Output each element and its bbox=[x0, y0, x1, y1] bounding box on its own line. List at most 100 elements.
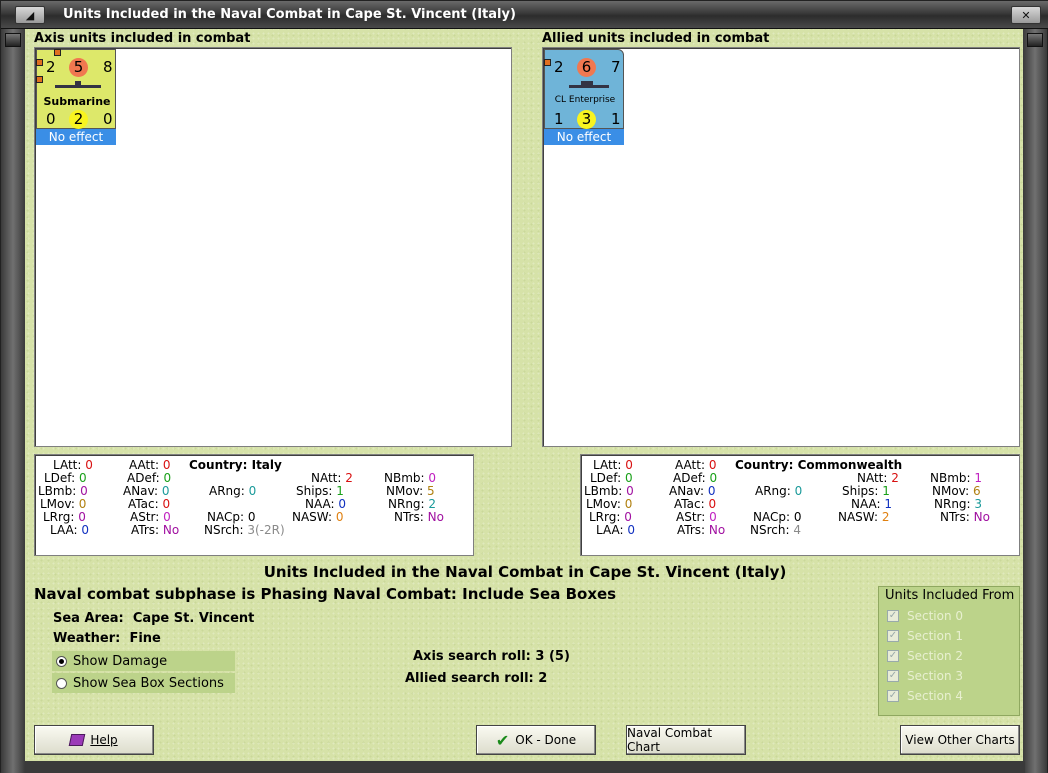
allied-units-panel[interactable]: 2 6 7 CL Enterprise 1 3 1 No effect bbox=[542, 47, 1020, 447]
counter-bot-mid: 2 bbox=[69, 110, 88, 129]
units-included-from-group: Units Included From ✓ Section 0 ✓ Section … bbox=[878, 586, 1020, 716]
stat-astr: AStr: 0 bbox=[130, 510, 171, 524]
stat-lbmb: LBmb: 0 bbox=[38, 484, 88, 498]
stat-lrrg: LRrg: 0 bbox=[589, 510, 632, 524]
marker-icon bbox=[36, 76, 43, 83]
stat-nasw: NASW: 0 bbox=[292, 510, 344, 524]
stat-atrs: ATrs: No bbox=[131, 523, 180, 537]
allied-stats-panel: LAtt: 0 LDef: 0 LBmb: 0 LMov: 0 LRrg: 0 … bbox=[580, 454, 1020, 556]
stat-lmov: LMov: 0 bbox=[40, 497, 87, 511]
naval-combat-chart-button[interactable]: Naval Combat Chart bbox=[626, 725, 746, 755]
stat-laa: LAA: 0 bbox=[50, 523, 90, 537]
close-icon[interactable]: ✕ bbox=[1011, 6, 1041, 24]
left-frame bbox=[1, 29, 25, 773]
minimize-icon[interactable]: ◢ bbox=[15, 6, 45, 24]
stat-laa: LAA: 0 bbox=[596, 523, 636, 537]
view-other-charts-button[interactable]: View Other Charts bbox=[900, 725, 1020, 755]
weather-info: Weather: Fine bbox=[53, 631, 161, 646]
allied-search-roll: Allied search roll: 2 bbox=[405, 671, 548, 686]
stat-natt: NAtt: 2 bbox=[311, 471, 353, 485]
effect-label: No effect bbox=[36, 129, 116, 145]
stat-atac: ATac: 0 bbox=[674, 497, 717, 511]
stat-nrng: NRng: 2 bbox=[388, 497, 437, 511]
axis-unit-counter[interactable]: 2 5 8 Submarine 0 2 0 No effect bbox=[36, 49, 116, 145]
stat-natt: NAtt: 2 bbox=[857, 471, 899, 485]
section-label: Section 2 bbox=[907, 649, 964, 663]
marker-icon bbox=[544, 59, 551, 66]
section-label: Section 0 bbox=[907, 609, 964, 623]
frame-knob bbox=[1027, 33, 1043, 47]
stat-latt: LAtt: 0 bbox=[593, 458, 633, 472]
counter-top-mid: 5 bbox=[69, 58, 88, 77]
checkmark-icon: ✔ bbox=[495, 730, 510, 750]
stat-nacp: NACp: 0 bbox=[207, 510, 256, 524]
stat-adef: ADef: 0 bbox=[127, 471, 172, 485]
section-1-checkbox[interactable]: ✓ Section 1 bbox=[887, 629, 963, 643]
stat-nasw: NASW: 2 bbox=[838, 510, 890, 524]
counter-bot-left: 0 bbox=[46, 110, 56, 128]
stat-nmov: NMov: 6 bbox=[932, 484, 981, 498]
show-sea-box-option[interactable]: Show Sea Box Sections bbox=[52, 673, 235, 693]
section-label: Section 3 bbox=[907, 669, 964, 683]
section-label: Section 4 bbox=[907, 689, 964, 703]
counter-top-left: 2 bbox=[554, 58, 564, 76]
show-damage-label: Show Damage bbox=[73, 653, 168, 669]
stat-ldef: LDef: 0 bbox=[590, 471, 633, 485]
stat-arng: ARng: 0 bbox=[209, 484, 257, 498]
stat-nbmb: NBmb: 0 bbox=[384, 471, 437, 485]
counter-face: 2 6 7 CL Enterprise 1 3 1 bbox=[544, 49, 624, 129]
stat-nmov: NMov: 5 bbox=[386, 484, 435, 498]
stat-arng: ARng: 0 bbox=[755, 484, 803, 498]
subphase-text: Naval combat subphase is Phasing Naval C… bbox=[34, 585, 617, 603]
stat-atrs: ATrs: No bbox=[677, 523, 726, 537]
counter-bot-right: 0 bbox=[103, 110, 113, 128]
axis-units-header: Axis units included in combat bbox=[34, 31, 251, 46]
cruiser-superstructure-icon bbox=[581, 81, 593, 85]
counter-top-right: 7 bbox=[611, 58, 621, 76]
show-damage-option[interactable]: Show Damage bbox=[52, 651, 235, 671]
counter-bot-left: 1 bbox=[554, 110, 564, 128]
checkbox-checked-icon[interactable]: ✓ bbox=[887, 690, 899, 702]
radio-selected-icon[interactable] bbox=[56, 655, 67, 667]
section-0-checkbox[interactable]: ✓ Section 0 bbox=[887, 609, 963, 623]
allied-unit-counter[interactable]: 2 6 7 CL Enterprise 1 3 1 No effect bbox=[544, 49, 624, 145]
section-4-checkbox[interactable]: ✓ Section 4 bbox=[887, 689, 963, 703]
dialog-content: Axis units included in combat 2 5 8 Subm… bbox=[25, 29, 1025, 769]
stat-nsrch: NSrch: 4 bbox=[750, 523, 801, 537]
axis-units-panel[interactable]: 2 5 8 Submarine 0 2 0 No effect bbox=[34, 47, 512, 447]
counter-name: Submarine bbox=[43, 95, 111, 108]
bottom-frame bbox=[25, 761, 1025, 773]
marker-icon bbox=[36, 59, 43, 66]
checkbox-checked-icon[interactable]: ✓ bbox=[887, 650, 899, 662]
checkbox-checked-icon[interactable]: ✓ bbox=[887, 630, 899, 642]
effect-label: No effect bbox=[544, 129, 624, 145]
ok-done-button[interactable]: ✔ OK - Done bbox=[476, 725, 596, 755]
counter-top-left: 2 bbox=[46, 58, 56, 76]
help-button[interactable]: Help bbox=[34, 725, 154, 755]
stat-lbmb: LBmb: 0 bbox=[584, 484, 634, 498]
stat-astr: AStr: 0 bbox=[676, 510, 717, 524]
units-included-from-title: Units Included From bbox=[885, 588, 1015, 603]
stat-naa: NAA: 1 bbox=[851, 497, 893, 511]
title-bar: ◢ Units Included in the Naval Combat in … bbox=[1, 1, 1048, 29]
stat-ntrs: NTrs: No bbox=[394, 510, 444, 524]
section-3-checkbox[interactable]: ✓ Section 3 bbox=[887, 669, 963, 683]
checkbox-checked-icon[interactable]: ✓ bbox=[887, 670, 899, 682]
right-frame bbox=[1023, 29, 1047, 773]
section-2-checkbox[interactable]: ✓ Section 2 bbox=[887, 649, 963, 663]
cruiser-icon bbox=[569, 85, 609, 88]
help-label: Help bbox=[90, 733, 118, 747]
show-sea-box-label: Show Sea Box Sections bbox=[73, 675, 224, 691]
counter-top-right: 8 bbox=[103, 58, 113, 76]
stat-aatt: AAtt: 0 bbox=[129, 458, 171, 472]
stat-latt: LAtt: 0 bbox=[53, 458, 93, 472]
axis-stats-panel: LAtt: 0 LDef: 0 LBmb: 0 LMov: 0 LRrg: 0 … bbox=[34, 454, 474, 556]
window-title: Units Included in the Naval Combat in Ca… bbox=[63, 7, 516, 22]
radio-unselected-icon[interactable] bbox=[56, 677, 67, 689]
checkbox-checked-icon[interactable]: ✓ bbox=[887, 610, 899, 622]
stat-aatt: AAtt: 0 bbox=[675, 458, 717, 472]
other-charts-label: View Other Charts bbox=[905, 733, 1015, 747]
counter-name: CL Enterprise bbox=[554, 95, 616, 105]
stat-lmov: LMov: 0 bbox=[586, 497, 633, 511]
stat-anav: ANav: 0 bbox=[669, 484, 716, 498]
